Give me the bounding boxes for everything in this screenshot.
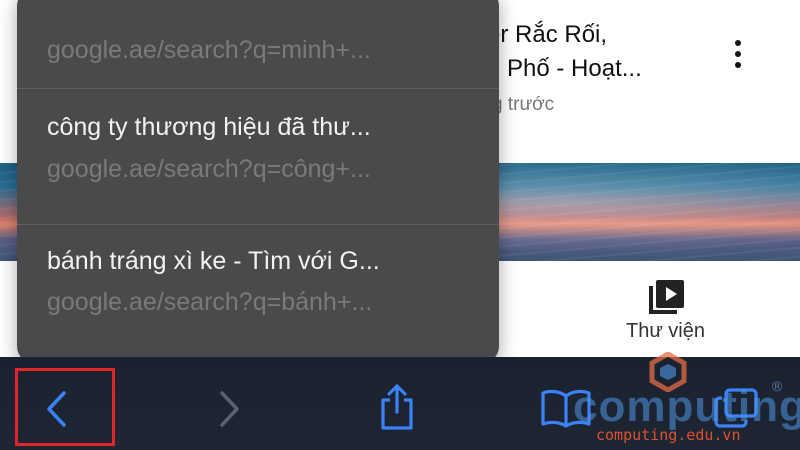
back-button-highlight: [15, 368, 115, 446]
history-item-title: bánh tráng xì ke - Tìm với G...: [47, 247, 380, 275]
video-title[interactable]: er Rắc Rối, u Phố - Hoạt...: [487, 18, 642, 86]
video-title-line-1: er Rắc Rối,: [487, 21, 608, 48]
video-title-line-2: u Phố - Hoạt...: [487, 55, 642, 82]
history-item-url: google.ae/search?q=minh+...: [47, 36, 371, 64]
library-label[interactable]: Thư viện: [626, 320, 705, 343]
history-item-url: google.ae/search?q=công+...: [47, 155, 371, 183]
watermark-url: computing.edu.vn: [596, 426, 741, 444]
history-menu: google.ae/search?q=minh+... công ty thươ…: [17, 0, 499, 364]
history-item[interactable]: bánh tráng xì ke - Tìm với G... google.a…: [17, 225, 499, 359]
forward-icon[interactable]: [216, 390, 242, 428]
history-item-title: công ty thương hiệu đã thư...: [47, 113, 371, 141]
library-icon[interactable]: [647, 278, 687, 314]
history-item[interactable]: công ty thương hiệu đã thư... google.ae/…: [17, 89, 499, 223]
more-options-icon[interactable]: [733, 40, 743, 76]
video-meta: g trước: [492, 94, 555, 115]
watermark-registered: ®: [772, 378, 783, 394]
watermark-brand: computing: [573, 382, 800, 431]
history-item-url: google.ae/search?q=bánh+...: [47, 288, 373, 316]
share-icon[interactable]: [377, 382, 417, 432]
